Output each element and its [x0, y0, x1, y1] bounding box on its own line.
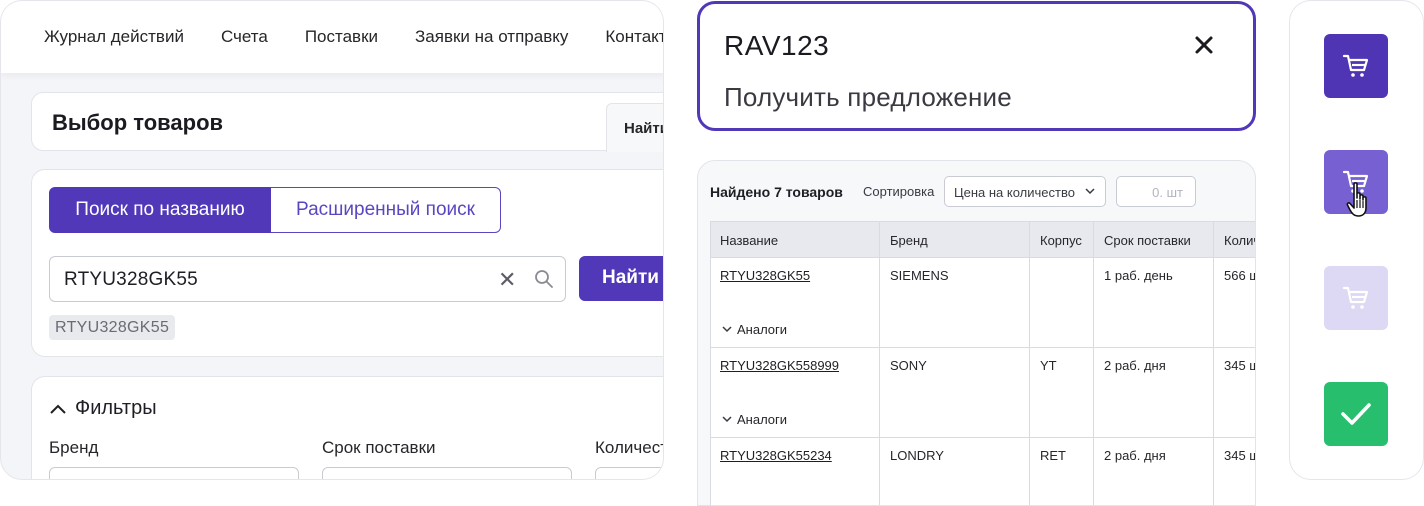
column-header-case[interactable]: Корпус: [1040, 233, 1082, 248]
search-by-name-button[interactable]: Поиск по названию: [49, 187, 271, 233]
close-icon[interactable]: [1194, 35, 1214, 60]
product-name-link[interactable]: RTYU328GK558999: [720, 358, 839, 373]
product-term: 2 раб. дня: [1104, 448, 1166, 463]
quantity-input[interactable]: 0. шт: [1116, 176, 1196, 207]
cart-icon: [1342, 54, 1369, 77]
qty-filter-label: Количество: [595, 438, 663, 457]
table-row: RTYU328GK558999 SONY YT 2 раб. дня 345 ш…: [710, 348, 1255, 438]
brand-filter-field[interactable]: [49, 467, 299, 479]
analogs-label: Аналоги: [737, 322, 788, 337]
nav-item-action-log[interactable]: Журнал действий: [44, 27, 184, 47]
sort-select-value: Цена на количество: [954, 185, 1075, 200]
product-term: 2 раб. дня: [1104, 358, 1166, 373]
nav-item-contacts[interactable]: Контакты: [605, 27, 663, 47]
top-navigation: Журнал действий Счета Поставки Заявки на…: [1, 1, 663, 73]
analogs-label: Аналоги: [737, 412, 788, 427]
add-to-cart-button-disabled: [1324, 266, 1388, 330]
cart-button-states: [1289, 0, 1424, 480]
term-filter-field[interactable]: [322, 467, 572, 479]
search-history-chip[interactable]: RTYU328GK55: [49, 315, 176, 340]
search-mode-toggle: Поиск по названию Расширенный поиск: [49, 187, 501, 233]
results-toolbar: Найдено 7 товаров Сортировка Цена на кол…: [698, 161, 1255, 221]
filters-card: Фильтры Бренд Срок поставки Количество: [31, 376, 663, 479]
analogs-toggle[interactable]: Аналоги: [722, 412, 787, 427]
table-header: Название Бренд Корпус Срок поставки Коли…: [710, 221, 1255, 258]
chevron-up-icon: [50, 404, 66, 414]
find-button[interactable]: Найти: [579, 256, 663, 301]
advanced-search-button[interactable]: Расширенный поиск: [271, 187, 501, 233]
term-filter-label: Срок поставки: [322, 438, 436, 457]
column-header-quantity[interactable]: Количество: [1224, 233, 1255, 248]
product-name-link[interactable]: RTYU328GK55: [720, 268, 810, 283]
product-name-link[interactable]: RTYU328GK55234: [720, 448, 832, 463]
nav-item-shipping-requests[interactable]: Заявки на отправку: [415, 27, 568, 47]
column-header-brand[interactable]: Бренд: [890, 233, 928, 248]
sort-select[interactable]: Цена на количество: [944, 176, 1106, 207]
check-icon: [1341, 403, 1371, 425]
nav-item-deliveries[interactable]: Поставки: [305, 27, 378, 47]
search-icon[interactable]: [534, 269, 554, 294]
close-icon[interactable]: ✕: [498, 267, 516, 293]
added-to-cart-button[interactable]: [1324, 382, 1388, 446]
selection-header-card: Выбор товаров Найти: [31, 92, 663, 152]
search-input-value: RTYU328GK55: [64, 269, 198, 290]
sort-label: Сортировка: [863, 184, 935, 199]
product-brand: LONDRY: [890, 448, 944, 463]
hand-cursor-icon: [1346, 181, 1372, 224]
table-row: RTYU328GK55234 LONDRY RET 2 раб. дня 345…: [710, 438, 1255, 505]
results-table: Название Бренд Корпус Срок поставки Коли…: [710, 221, 1255, 505]
product-brand: SONY: [890, 358, 927, 373]
product-quantity: 345 шт: [1224, 358, 1255, 373]
product-quantity: 345 шт: [1224, 448, 1255, 463]
filters-toggle[interactable]: Фильтры: [49, 397, 157, 420]
column-header-name[interactable]: Название: [720, 233, 778, 248]
results-count: Найдено 7 товаров: [710, 184, 843, 200]
qty-filter-field[interactable]: [595, 467, 663, 479]
nav-item-invoices[interactable]: Счета: [221, 27, 268, 47]
chevron-down-icon: [722, 416, 732, 423]
popup-title: RAV123: [724, 30, 830, 61]
chevron-down-icon: [1085, 188, 1095, 195]
product-selection-panel: Журнал действий Счета Поставки Заявки на…: [0, 0, 664, 480]
product-case: RET: [1040, 448, 1066, 463]
chevron-down-icon: [722, 326, 732, 333]
table-row: RTYU328GK55 SIEMENS 1 раб. день 566 шт А…: [710, 258, 1255, 348]
get-quote-link[interactable]: Получить предложение: [724, 82, 1012, 113]
product-case: YT: [1040, 358, 1057, 373]
quote-popup: RAV123 Получить предложение: [697, 1, 1256, 131]
cart-icon: [1342, 286, 1369, 309]
column-header-term[interactable]: Срок поставки: [1104, 233, 1191, 248]
product-term: 1 раб. день: [1104, 268, 1173, 283]
product-brand: SIEMENS: [890, 268, 949, 283]
search-card: Поиск по названию Расширенный поиск RTYU…: [31, 169, 663, 357]
page-title: Выбор товаров: [52, 110, 224, 135]
search-input[interactable]: RTYU328GK55 ✕: [49, 256, 566, 302]
tab-find[interactable]: Найти: [606, 103, 663, 152]
product-quantity: 566 шт: [1224, 268, 1255, 283]
results-panel: Найдено 7 товаров Сортировка Цена на кол…: [697, 160, 1256, 506]
analogs-toggle[interactable]: Аналоги: [722, 322, 787, 337]
brand-filter-label: Бренд: [49, 438, 99, 457]
add-to-cart-button[interactable]: [1324, 34, 1388, 98]
filters-title: Фильтры: [75, 397, 157, 419]
